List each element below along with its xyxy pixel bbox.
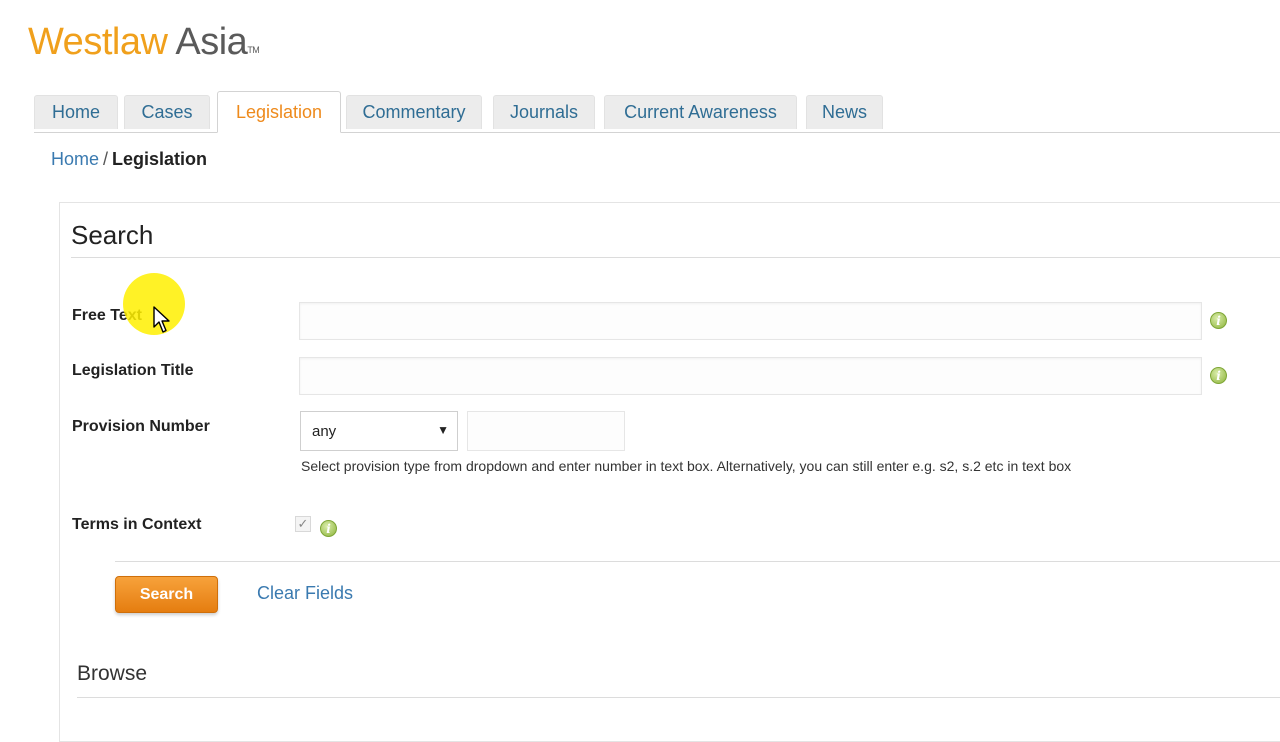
tab-journals[interactable]: Journals <box>493 95 595 129</box>
legislation-title-label: Legislation Title <box>72 362 194 379</box>
legislation-title-info-icon[interactable]: i <box>1210 367 1227 384</box>
checkmark-icon: ✓ <box>297 516 309 531</box>
main-tab-bar: Home Cases Legislation Commentary Journa… <box>34 91 1280 133</box>
breadcrumb-home-link[interactable]: Home <box>51 149 99 169</box>
terms-in-context-checkbox[interactable]: ✓ <box>295 516 311 532</box>
search-button[interactable]: Search <box>115 576 218 613</box>
search-section-title: Search <box>71 220 154 250</box>
tab-legislation[interactable]: Legislation <box>217 91 341 133</box>
breadcrumb: Home / Legislation <box>51 149 207 170</box>
tab-news[interactable]: News <box>806 95 883 129</box>
actions-divider <box>115 561 1280 562</box>
westlaw-asia-logo: Westlaw AsiaTM <box>28 20 260 64</box>
dropdown-arrow-icon: ▼ <box>437 423 449 437</box>
logo-text-asia: Asia <box>175 21 248 63</box>
tab-home[interactable]: Home <box>34 95 118 129</box>
legislation-title-input[interactable] <box>299 357 1202 395</box>
trademark: TM <box>247 45 260 55</box>
logo-text-westlaw: Westlaw <box>28 21 168 63</box>
breadcrumb-separator: / <box>103 149 109 169</box>
tab-cases[interactable]: Cases <box>124 95 210 129</box>
free-text-info-icon[interactable]: i <box>1210 312 1227 329</box>
mouse-pointer-icon <box>153 306 170 333</box>
browse-section-title: Browse <box>77 662 148 685</box>
terms-in-context-label: Terms in Context <box>72 516 202 533</box>
clear-fields-link[interactable]: Clear Fields <box>257 583 353 604</box>
terms-in-context-info-icon[interactable]: i <box>320 520 337 537</box>
provision-type-select[interactable]: any ▼ <box>300 411 458 451</box>
provision-number-input[interactable] <box>467 411 625 451</box>
browse-title-divider <box>77 697 1280 698</box>
free-text-input[interactable] <box>299 302 1202 340</box>
provision-number-label: Provision Number <box>72 418 210 435</box>
tab-current-awareness[interactable]: Current Awareness <box>604 95 797 129</box>
tab-commentary[interactable]: Commentary <box>346 95 482 129</box>
search-title-divider <box>71 257 1280 258</box>
breadcrumb-current: Legislation <box>112 149 208 169</box>
provision-type-selected-value: any <box>312 422 337 440</box>
provision-hint-text: Select provision type from dropdown and … <box>301 458 1072 474</box>
